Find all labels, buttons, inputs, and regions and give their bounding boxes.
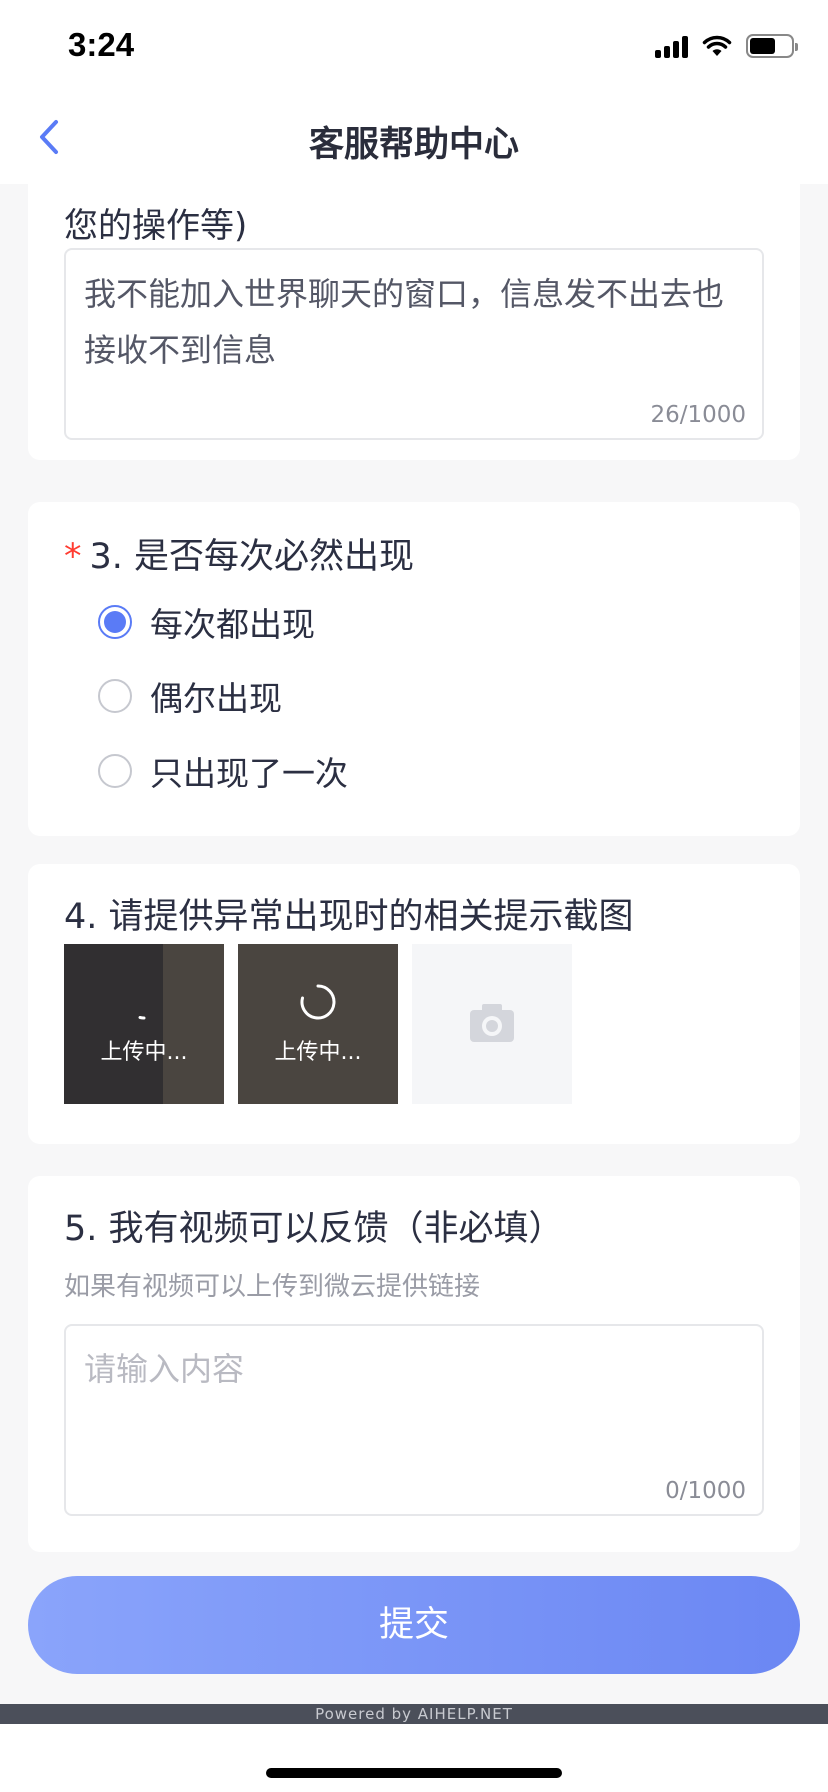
radio-button-checked[interactable] [98, 605, 132, 639]
status-bar: 3:24 [0, 0, 828, 92]
radio-option-label: 只出现了一次 [150, 754, 348, 793]
submit-button[interactable]: 提交 [28, 1576, 800, 1674]
required-mark: * [64, 537, 82, 577]
add-photo-button[interactable] [412, 944, 572, 1104]
home-indicator[interactable] [266, 1768, 562, 1778]
radio-option-label: 每次都出现 [150, 605, 315, 644]
question-card-3: * 3. 是否每次必然出现 每次都出现 偶尔出现 只出现了一次 [28, 502, 800, 836]
radio-button[interactable] [98, 754, 132, 788]
question-2-title-continued: 您的操作等) [64, 206, 248, 246]
wifi-icon [702, 35, 732, 56]
powered-by-footer: Powered by AIHELP.NET [0, 1704, 828, 1724]
question-4-title: 4. 请提供异常出现时的相关提示截图 [64, 897, 634, 937]
question-5-placeholder: 请输入内容 [84, 1350, 245, 1388]
question-card-4: 4. 请提供异常出现时的相关提示截图 上传中... 上传中... [28, 864, 800, 1144]
status-icons [655, 34, 798, 58]
question-2-textarea[interactable]: 我不能加入世界聊天的窗口，信息发不出去也接收不到信息 26/1000 [64, 248, 764, 440]
question-3-title: * 3. 是否每次必然出现 [64, 528, 414, 579]
radio-option-label: 偶尔出现 [150, 679, 282, 718]
page-title: 客服帮助中心 [308, 125, 519, 165]
form-scroll-area[interactable]: 您的操作等) 我不能加入世界聊天的窗口，信息发不出去也接收不到信息 26/100… [0, 184, 828, 1704]
loading-spinner-icon [138, 1016, 146, 1020]
question-5-title: 5. 我有视频可以反馈（非必填） [64, 1209, 564, 1249]
radio-option-occasionally[interactable]: 偶尔出现 [98, 672, 282, 720]
question-2-char-count: 26/1000 [650, 402, 746, 428]
question-5-hint: 如果有视频可以上传到微云提供链接 [64, 1272, 481, 1302]
question-card-5: 5. 我有视频可以反馈（非必填） 如果有视频可以上传到微云提供链接 请输入内容 … [28, 1176, 800, 1552]
status-time: 3:24 [68, 26, 135, 63]
question-5-char-count: 0/1000 [665, 1478, 746, 1504]
radio-option-only-once[interactable]: 只出现了一次 [98, 747, 348, 795]
cellular-signal-icon [655, 34, 688, 58]
radio-button[interactable] [98, 679, 132, 713]
battery-icon [746, 34, 798, 58]
question-card-2: 您的操作等) 我不能加入世界聊天的窗口，信息发不出去也接收不到信息 26/100… [28, 184, 800, 460]
upload-status: 上传中... [274, 1040, 362, 1065]
upload-thumbnail-2[interactable]: 上传中... [238, 944, 398, 1104]
question-5-textarea[interactable]: 请输入内容 0/1000 [64, 1324, 764, 1516]
upload-status: 上传中... [100, 1040, 188, 1065]
question-3-title-text: 3. 是否每次必然出现 [89, 537, 415, 577]
nav-bar: 客服帮助中心 [0, 92, 828, 184]
question-2-value: 我不能加入世界聊天的窗口，信息发不出去也接收不到信息 [84, 275, 725, 369]
upload-thumbnail-1[interactable]: 上传中... [64, 944, 224, 1104]
bottom-safe-area [0, 1724, 828, 1792]
loading-spinner-icon [300, 984, 336, 1020]
radio-option-every-time[interactable]: 每次都出现 [98, 598, 315, 646]
camera-icon [470, 1004, 514, 1042]
